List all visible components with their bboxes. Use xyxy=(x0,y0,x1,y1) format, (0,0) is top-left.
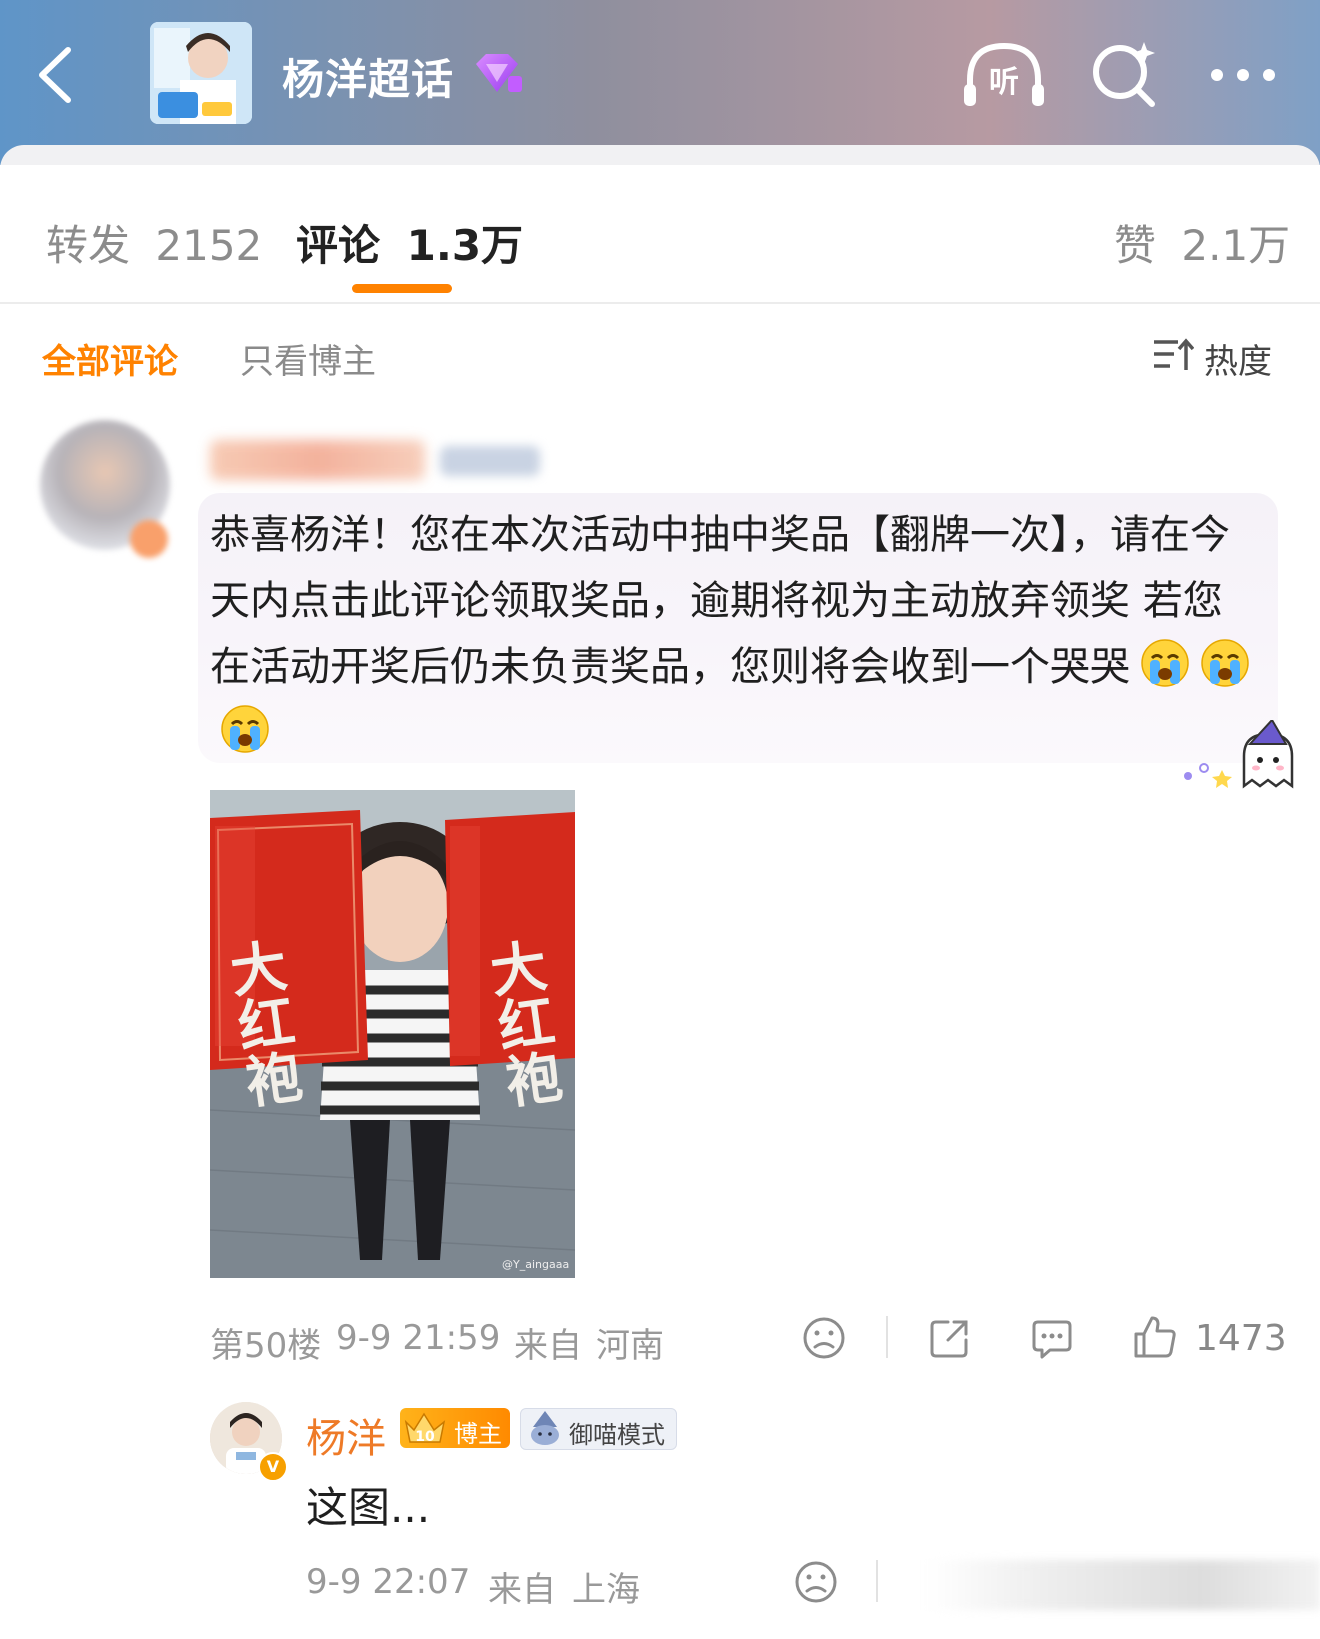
commenter-name-blurred[interactable] xyxy=(210,440,425,480)
reply-time: 9-9 22:07 xyxy=(306,1562,471,1602)
ghost-sticker-icon xyxy=(1184,720,1294,789)
dislike-face-icon[interactable] xyxy=(802,1316,846,1360)
like-count: 1473 xyxy=(1195,1318,1287,1359)
comment-photo-art: 大红袍 大红袍 @Y_aingaaa xyxy=(210,790,575,1278)
more-dots-icon xyxy=(1211,69,1275,81)
reply-location: 上海 xyxy=(572,1570,640,1610)
reply-text[interactable]: 这图... xyxy=(306,1474,430,1535)
comment-text: 恭喜杨洋！您在本次活动中抽中奖品【翻牌一次】，请在今天内点击此评论领取奖品，逾期… xyxy=(210,512,1230,690)
mode-badge: 御喵模式 xyxy=(520,1408,677,1450)
like-thumb-icon[interactable] xyxy=(1132,1314,1178,1360)
reply-from: 来自 xyxy=(488,1570,556,1610)
mode-badge-label: 御喵模式 xyxy=(569,1421,665,1449)
sort-icon[interactable] xyxy=(1152,336,1194,374)
back-button[interactable] xyxy=(30,40,90,110)
topic-cover-art xyxy=(150,22,252,124)
tab-comments[interactable]: 评论 1.3万 xyxy=(296,212,523,273)
comment-body[interactable]: 恭喜杨洋！您在本次活动中抽中奖品【翻牌一次】，请在今天内点击此评论领取奖品，逾期… xyxy=(210,502,1260,766)
filter-blogger-only[interactable]: 只看博主 xyxy=(240,334,376,383)
share-icon[interactable] xyxy=(928,1316,972,1360)
blogger-badge-label: 博主 xyxy=(454,1420,502,1448)
filter-all-comments[interactable]: 全部评论 xyxy=(42,334,178,383)
gem-badge-icon xyxy=(476,54,522,92)
search-icon xyxy=(1093,42,1155,107)
tab-reposts-count: 2152 xyxy=(155,221,263,270)
tab-comments-count: 1.3万 xyxy=(406,221,524,270)
reply-author-name[interactable]: 杨洋 xyxy=(306,1406,386,1464)
comment-photo[interactable]: 大红袍 大红袍 @Y_aingaaa xyxy=(210,790,575,1278)
reply-comment-icon[interactable] xyxy=(1030,1316,1074,1360)
topic-title: 杨洋超话 xyxy=(282,55,455,104)
commenter-badge-blurred xyxy=(440,446,540,476)
sort-label[interactable]: 热度 xyxy=(1204,334,1272,383)
action-separator xyxy=(886,1316,888,1358)
more-button[interactable] xyxy=(1205,55,1285,95)
reply-dislike-face-icon[interactable] xyxy=(794,1560,838,1604)
tab-reposts-label: 转发 xyxy=(46,221,131,270)
reply-action-separator xyxy=(876,1560,878,1602)
photo-watermark: @Y_aingaaa xyxy=(502,1258,569,1271)
comment-floor: 第50楼 xyxy=(210,1326,322,1366)
listen-icon: 听 xyxy=(964,42,1044,106)
commenter-avatar-badge xyxy=(130,520,168,558)
tab-likes-label: 赞 xyxy=(1114,221,1157,270)
comment-location: 河南 xyxy=(596,1326,664,1366)
tab-likes[interactable]: 赞 2.1万 xyxy=(1114,212,1290,273)
topic-cover-image[interactable] xyxy=(150,22,252,124)
comment-time: 9-9 21:59 xyxy=(336,1318,501,1358)
cat-wizard-icon xyxy=(531,1411,559,1445)
chevron-left-icon xyxy=(39,47,71,103)
listen-button[interactable]: 听 xyxy=(962,40,1046,110)
crying-emoji-icon xyxy=(1141,639,1189,687)
active-tab-indicator xyxy=(352,284,452,293)
crying-emoji-icon xyxy=(221,705,269,753)
verified-badge: V xyxy=(258,1452,288,1482)
comment-from: 来自 xyxy=(514,1326,582,1366)
tab-likes-count: 2.1万 xyxy=(1181,221,1291,270)
tab-comments-label: 评论 xyxy=(296,221,381,270)
search-button[interactable] xyxy=(1090,38,1160,110)
reply-actions-faded xyxy=(925,1560,1320,1610)
tabs-divider xyxy=(0,302,1320,304)
crying-emoji-icon xyxy=(1201,639,1249,687)
crown-level-number: 10 xyxy=(415,1429,435,1445)
tab-reposts[interactable]: 转发 2152 xyxy=(46,212,262,273)
blogger-badge: 10 博主 xyxy=(400,1408,510,1448)
listen-label: 听 xyxy=(989,65,1019,100)
crown-level-icon: 10 xyxy=(404,1412,446,1445)
